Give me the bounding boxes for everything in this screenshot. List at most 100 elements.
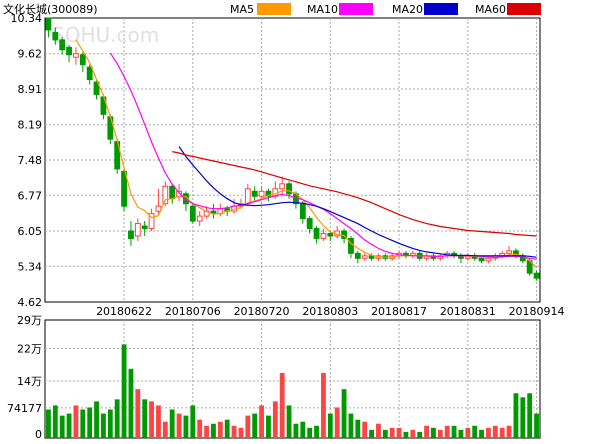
legend-swatch-ma5 xyxy=(257,3,291,15)
volume-bars xyxy=(46,344,539,438)
chart-canvas: 文化长城(300089) SOHU.com MA5 MA10 MA20 MA60 10… xyxy=(3,2,565,441)
volume-tick-label: 22万 xyxy=(17,342,42,355)
volume-bar xyxy=(52,405,58,438)
legend-label-ma20: MA20 xyxy=(392,3,423,16)
volume-bar xyxy=(107,409,113,438)
candle-body xyxy=(286,183,292,195)
volume-bar xyxy=(410,429,416,438)
volume-bar xyxy=(382,429,388,438)
price-tick-label: 7.48 xyxy=(18,154,43,167)
volume-bar xyxy=(465,427,471,438)
volume-bar xyxy=(314,425,319,438)
candle-body xyxy=(86,66,93,81)
date-tick-label: 20180817 xyxy=(371,305,427,318)
volume-bar xyxy=(327,413,333,438)
date-tick-label: 20180706 xyxy=(165,305,221,318)
volume-bar xyxy=(217,421,223,438)
price-y-axis: 10.34 9.62 8.91 8.19 7.48 6.77 6.05 5.34 4.62 xyxy=(11,12,43,309)
volume-bar xyxy=(431,427,436,438)
candle-body xyxy=(196,215,203,222)
volume-bar xyxy=(266,415,271,438)
price-tick-label: 9.62 xyxy=(18,48,43,61)
volume-bar xyxy=(46,409,51,438)
price-tick-label: 6.05 xyxy=(18,225,43,238)
volume-bar xyxy=(142,399,148,438)
volume-bar xyxy=(389,427,395,438)
volume-bar xyxy=(486,427,491,438)
legend-swatch-ma10 xyxy=(339,3,373,15)
candle-body xyxy=(251,190,258,197)
volume-bar xyxy=(190,405,196,438)
candle-body xyxy=(169,185,176,200)
candle-body xyxy=(361,255,368,259)
volume-bar xyxy=(114,399,120,438)
volume-bar xyxy=(513,393,519,438)
date-tick-label: 20180803 xyxy=(302,305,358,318)
volume-bar xyxy=(87,407,93,438)
volume-bar xyxy=(492,425,498,438)
volume-bar xyxy=(101,413,106,438)
price-tick-label: 5.34 xyxy=(18,260,43,273)
volume-bar xyxy=(472,425,478,438)
legend-label-ma5: MA5 xyxy=(230,3,254,16)
volume-bar xyxy=(183,415,189,438)
date-x-axis: 20180622 20180706 20180720 20180803 20180817… xyxy=(96,305,565,318)
volume-bar xyxy=(197,419,203,438)
volume-bar xyxy=(80,409,86,438)
candle-body xyxy=(354,252,361,259)
legend-swatch-ma60 xyxy=(507,3,541,15)
volume-bar xyxy=(59,415,65,438)
candle-body xyxy=(79,54,86,66)
volume-bar xyxy=(94,401,99,438)
candle-body xyxy=(52,31,59,41)
candle-body xyxy=(45,17,52,31)
candle-body xyxy=(128,230,134,239)
volume-bar xyxy=(293,423,299,438)
volume-bar xyxy=(156,405,161,438)
volume-bar xyxy=(376,423,381,438)
volume-bar xyxy=(424,425,429,438)
price-tick-label: 8.91 xyxy=(18,83,43,96)
volume-y-axis: 29万 22万 14万 74177 0 xyxy=(7,314,42,441)
volume-bar xyxy=(169,409,175,438)
date-tick-label: 20180622 xyxy=(96,305,152,318)
candle-body xyxy=(485,257,492,262)
candle-body xyxy=(327,232,334,237)
volume-bar xyxy=(417,431,423,438)
volume-bar xyxy=(321,372,326,438)
volume-bar xyxy=(162,421,168,438)
volume-bar xyxy=(499,427,505,438)
volume-tick-label: 29万 xyxy=(17,314,42,327)
candle-body xyxy=(299,203,306,220)
volume-tick-label: 0 xyxy=(35,428,42,440)
candle-body xyxy=(506,250,512,254)
volume-tick-label: 14万 xyxy=(17,375,42,388)
volume-bar xyxy=(279,372,285,438)
volume-bar xyxy=(204,425,209,438)
volume-bar xyxy=(307,427,313,438)
date-tick-label: 20180720 xyxy=(234,305,290,318)
volume-bar xyxy=(245,415,251,438)
ma-line-ma10 xyxy=(109,52,537,260)
stock-chart: 文化长城(300089) SOHU.com MA5 MA10 MA20 MA60 10… xyxy=(0,0,600,441)
date-tick-label: 20180914 xyxy=(509,305,565,318)
volume-bar xyxy=(451,425,457,438)
volume-bar xyxy=(403,431,409,438)
candle-body xyxy=(320,232,327,239)
volume-bar xyxy=(520,397,526,438)
watermark: SOHU.com xyxy=(52,23,159,47)
candle-body xyxy=(478,257,485,262)
volume-bar xyxy=(334,407,340,438)
volume-bar xyxy=(369,429,374,438)
volume-bar xyxy=(252,413,258,438)
candle-body xyxy=(244,188,251,205)
candle-body xyxy=(73,53,79,58)
candle-body xyxy=(533,272,540,279)
date-tick-label: 20180831 xyxy=(440,305,496,318)
ma-line-ma20 xyxy=(178,146,537,258)
volume-bar xyxy=(135,389,141,438)
volume-bar xyxy=(149,401,154,438)
legend-label-ma10: MA10 xyxy=(307,3,338,16)
volume-bar xyxy=(396,427,402,438)
volume-bar xyxy=(73,405,79,438)
